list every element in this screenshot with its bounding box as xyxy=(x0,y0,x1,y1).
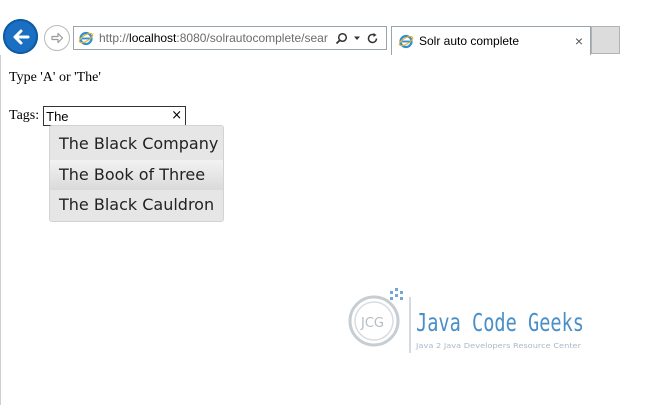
back-arrow-icon xyxy=(13,29,29,44)
ie-logo-icon xyxy=(78,31,94,46)
autocomplete-item[interactable]: The Black Company xyxy=(50,129,223,160)
new-tab-button[interactable] xyxy=(591,26,620,54)
url-prefix: http:// xyxy=(99,31,130,45)
search-icon[interactable] xyxy=(335,32,348,45)
address-bar[interactable]: http://localhost:8080/solrautocomplete/s… xyxy=(73,26,387,50)
tags-label: Tags: xyxy=(9,108,40,123)
java-code-geeks-logo: JCG Java Code Geeks Java 2 Java Develope… xyxy=(348,288,584,353)
logo-name: Java Code Geeks xyxy=(416,308,584,337)
url-text[interactable]: http://localhost:8080/solrautocomplete/s… xyxy=(99,31,331,45)
back-button[interactable] xyxy=(3,19,38,54)
close-icon[interactable]: × xyxy=(575,34,583,48)
refresh-icon[interactable] xyxy=(366,32,379,45)
tags-field: × xyxy=(43,106,187,126)
clear-icon[interactable]: × xyxy=(171,108,182,124)
logo-monogram: JCG xyxy=(360,316,384,331)
dropdown-icon[interactable] xyxy=(353,34,361,42)
tags-input[interactable] xyxy=(46,108,167,124)
tab-title: Solr auto complete xyxy=(419,34,520,48)
forward-button[interactable] xyxy=(44,25,70,51)
autocomplete-item[interactable]: The Black Cauldron xyxy=(50,190,223,221)
tags-row: Tags: × xyxy=(9,106,187,126)
url-host: localhost xyxy=(129,31,177,45)
url-rest: :8080/solrautocomplete/sear xyxy=(176,31,328,45)
ie-logo-icon xyxy=(398,34,414,49)
instruction-text: Type 'A' or 'The' xyxy=(9,70,101,85)
window-border xyxy=(0,55,1,405)
forward-arrow-icon xyxy=(51,32,64,44)
tab-solr-auto-complete[interactable]: Solr auto complete × xyxy=(391,26,591,55)
autocomplete-menu: The Black Company The Book of Three The … xyxy=(49,125,224,222)
logo-tagline: Java 2 Java Developers Resource Center xyxy=(415,342,581,350)
browser-chrome: http://localhost:8080/solrautocomplete/s… xyxy=(0,0,645,55)
autocomplete-item-highlighted[interactable]: The Book of Three xyxy=(50,159,223,190)
